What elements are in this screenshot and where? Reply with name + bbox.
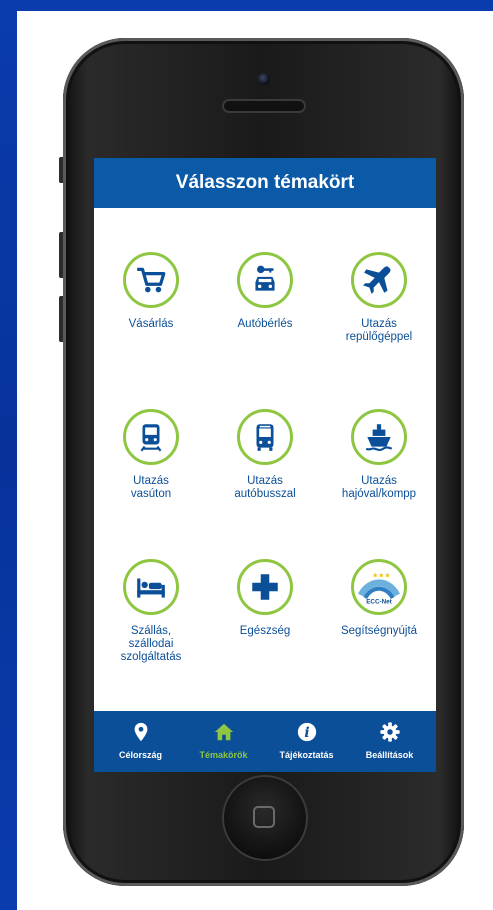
page-title: Válasszon témakört [94, 158, 436, 208]
home-button[interactable] [222, 775, 308, 861]
tab-information[interactable]: i Tájékoztatás [264, 711, 349, 772]
tab-topics[interactable]: Témakörök [181, 711, 266, 772]
topic-tile-rail-travel[interactable]: Utazás vasúton [94, 409, 208, 501]
topic-tile-air-travel[interactable]: Utazás repülőgéppel [322, 252, 436, 344]
tab-label: Célország [118, 750, 162, 760]
tab-settings[interactable]: Beállítások [347, 711, 432, 772]
topic-label: Utazás autóbusszal [234, 475, 296, 500]
topic-tile-ship-travel[interactable]: Utazás hajóval/kompp [322, 409, 436, 501]
ecc-net-logo-icon: ★★★ ECC-Net [351, 559, 407, 615]
topic-label: Utazás vasúton [130, 475, 172, 500]
topic-label: Vásárlás [128, 318, 174, 330]
topic-label: Segítségnyújtá [340, 625, 418, 637]
svg-text:i: i [304, 725, 309, 741]
earpiece-speaker [222, 99, 306, 113]
bus-icon [237, 409, 293, 465]
topic-tile-health[interactable]: Egészség [208, 559, 322, 638]
car-key-icon [237, 252, 293, 308]
bed-icon [123, 559, 179, 615]
train-icon [123, 409, 179, 465]
topic-tile-shopping[interactable]: Vásárlás [94, 252, 208, 331]
app-screen: Válasszon témakört Vásárlás Autóbérlés U… [94, 158, 436, 772]
home-icon [214, 723, 233, 741]
tab-label: Beállítások [365, 750, 414, 760]
tab-label: Tájékoztatás [279, 750, 334, 760]
medical-cross-icon [237, 559, 293, 615]
front-camera [258, 73, 270, 85]
topic-grid: Vásárlás Autóbérlés Utazás repülőgéppel … [94, 208, 436, 711]
shopping-cart-icon [123, 252, 179, 308]
topic-label: Szállás, szállodai szolgáltatás [120, 625, 182, 663]
location-pin-icon [134, 722, 147, 742]
topic-label: Utazás repülőgéppel [345, 318, 413, 343]
airplane-icon [351, 252, 407, 308]
info-icon: i [297, 722, 316, 742]
topic-tile-assistance[interactable]: ★★★ ECC-Net Segítségnyújtá [322, 559, 436, 638]
svg-text:ECC-Net: ECC-Net [366, 599, 392, 606]
tab-label: Témakörök [199, 750, 248, 760]
topic-label: Utazás hajóval/kompp [341, 475, 417, 500]
gear-icon [379, 722, 400, 742]
tab-destination-country[interactable]: Célország [98, 711, 183, 772]
topic-label: Egészség [239, 625, 291, 637]
ship-icon [351, 409, 407, 465]
topic-tile-bus-travel[interactable]: Utazás autóbusszal [208, 409, 322, 501]
bottom-tab-bar: Célország Témakörök i Tájékoztatás Beáll… [94, 711, 436, 772]
topic-tile-car-rental[interactable]: Autóbérlés [208, 252, 322, 331]
svg-text:★★★: ★★★ [372, 571, 390, 579]
topic-label: Autóbérlés [237, 318, 293, 330]
topic-tile-accommodation[interactable]: Szállás, szállodai szolgáltatás [94, 559, 208, 664]
